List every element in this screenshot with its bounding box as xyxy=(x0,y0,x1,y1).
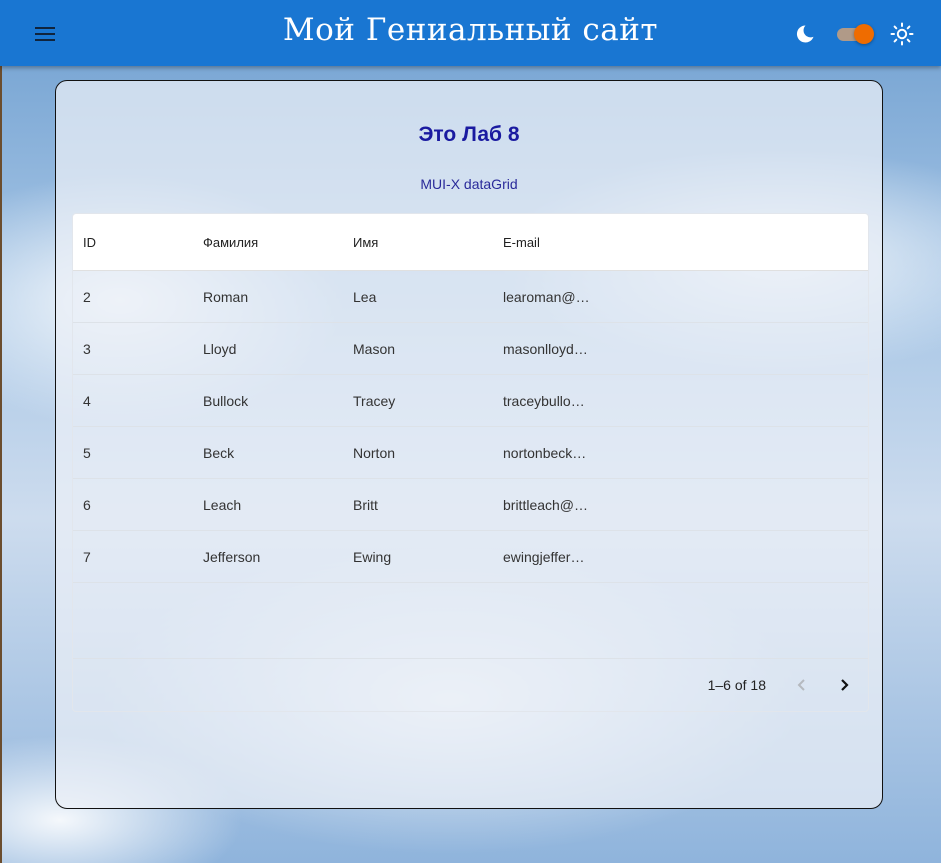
card-subtitle: MUI-X dataGrid xyxy=(420,176,518,192)
table-row[interactable]: 5 Beck Norton nortonbeck… xyxy=(73,427,868,479)
sun-icon xyxy=(890,22,914,46)
window-edge xyxy=(0,0,2,863)
cell-email: nortonbeck… xyxy=(503,444,587,461)
cell-email: masonlloyd… xyxy=(503,340,588,357)
menu-button[interactable] xyxy=(26,18,64,50)
table-row[interactable]: 7 Jefferson Ewing ewingjeffer… xyxy=(73,531,868,583)
cell-first-name: Lea xyxy=(353,288,377,305)
cell-id: 7 xyxy=(83,548,91,565)
column-header-first-name[interactable]: Имя xyxy=(343,235,493,250)
cell-last-name: Lloyd xyxy=(203,340,237,357)
cell-last-name: Beck xyxy=(203,444,235,461)
cell-first-name: Mason xyxy=(353,340,396,357)
cell-email: brittleach@… xyxy=(503,496,589,513)
column-header-id[interactable]: ID xyxy=(73,235,193,250)
grid-pagination: 1–6 of 18 xyxy=(73,658,868,711)
theme-toggle-switch[interactable] xyxy=(835,23,875,45)
cell-id: 3 xyxy=(83,340,91,357)
column-header-email[interactable]: E-mail xyxy=(493,235,591,250)
table-row[interactable]: 3 Lloyd Mason masonlloyd… xyxy=(73,323,868,375)
cell-first-name: Norton xyxy=(353,444,396,461)
grid-header: ID Фамилия Имя E-mail xyxy=(73,214,868,271)
next-page-button[interactable] xyxy=(830,671,858,699)
cell-last-name: Leach xyxy=(203,496,242,513)
chevron-right-icon xyxy=(841,679,849,691)
cell-last-name: Roman xyxy=(203,288,249,305)
data-grid: ID Фамилия Имя E-mail 2 Roman Lea learom… xyxy=(72,213,869,712)
lab-card: Это Лаб 8 MUI-X dataGrid ID Фамилия Имя … xyxy=(55,80,883,809)
table-row[interactable]: 4 Bullock Tracey traceybullo… xyxy=(73,375,868,427)
cell-first-name: Ewing xyxy=(353,548,392,565)
chevron-left-icon xyxy=(797,679,805,691)
cell-id: 2 xyxy=(83,288,91,305)
cell-first-name: Tracey xyxy=(353,392,396,409)
column-header-last-name[interactable]: Фамилия xyxy=(193,235,343,250)
cell-id: 4 xyxy=(83,392,91,409)
previous-page-button[interactable] xyxy=(788,671,816,699)
pagination-label: 1–6 of 18 xyxy=(707,677,766,693)
cell-email: ewingjeffer… xyxy=(503,548,585,565)
cell-id: 5 xyxy=(83,444,91,461)
cell-id: 6 xyxy=(83,496,91,513)
switch-thumb xyxy=(854,24,874,44)
cell-first-name: Britt xyxy=(353,496,378,513)
moon-icon xyxy=(796,25,814,43)
table-row[interactable]: 6 Leach Britt brittleach@… xyxy=(73,479,868,531)
card-title: Это Лаб 8 xyxy=(418,123,520,146)
cell-last-name: Jefferson xyxy=(203,548,261,565)
cell-email: learoman@… xyxy=(503,288,590,305)
cell-email: traceybullo… xyxy=(503,392,585,409)
menu-icon xyxy=(35,27,55,41)
table-row[interactable]: 2 Roman Lea learoman@… xyxy=(73,271,868,323)
app-bar: Мой Гениальный сайт xyxy=(0,0,941,66)
cell-last-name: Bullock xyxy=(203,392,249,409)
